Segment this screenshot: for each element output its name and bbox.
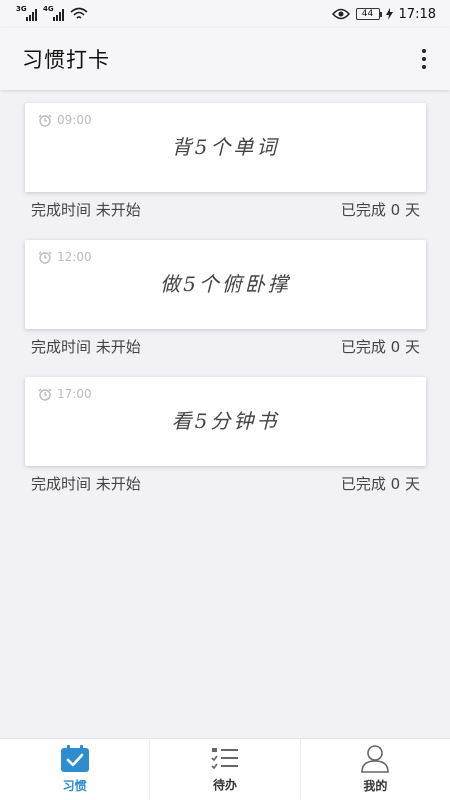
signal-bars-icon bbox=[53, 9, 64, 21]
alarm-clock-icon bbox=[38, 388, 52, 401]
network-label-3g: 3G bbox=[16, 5, 27, 13]
clock: 17:18 bbox=[398, 6, 436, 22]
battery-level: 44 bbox=[361, 9, 374, 19]
habit-list: 09:00 背5个单词 完成时间 未开始 已完成 0 天 12:00 做5个俯卧… bbox=[0, 103, 450, 514]
charging-icon bbox=[385, 8, 393, 20]
habit-item: 17:00 看5分钟书 完成时间 未开始 已完成 0 天 bbox=[25, 377, 426, 514]
network-label-4g: 4G bbox=[43, 5, 54, 13]
tab-profile[interactable]: 我的 bbox=[301, 739, 450, 800]
alarm-clock-icon bbox=[38, 114, 52, 127]
habit-time: 17:00 bbox=[57, 387, 92, 401]
completion-time: 完成时间 未开始 bbox=[31, 338, 141, 356]
habit-title: 背5个单词 bbox=[171, 135, 280, 159]
tab-profile-label: 我的 bbox=[363, 779, 388, 793]
habit-title: 做5个俯卧撑 bbox=[160, 272, 291, 296]
signal-4g: 4G bbox=[43, 5, 64, 21]
habit-reminder: 09:00 bbox=[38, 113, 92, 127]
habit-card[interactable]: 09:00 背5个单词 bbox=[25, 103, 426, 192]
status-bar-left: 3G 4G bbox=[16, 5, 88, 21]
tab-todo[interactable]: 待办 bbox=[150, 739, 301, 800]
habit-meta: 完成时间 未开始 已完成 0 天 bbox=[25, 192, 426, 220]
battery-icon: 44 bbox=[355, 8, 382, 20]
page-title: 习惯打卡 bbox=[22, 48, 110, 72]
habit-card[interactable]: 12:00 做5个俯卧撑 bbox=[25, 240, 426, 329]
calendar-check-icon bbox=[60, 745, 89, 772]
habit-item: 12:00 做5个俯卧撑 完成时间 未开始 已完成 0 天 bbox=[25, 240, 426, 377]
more-options-icon[interactable] bbox=[418, 43, 430, 75]
wifi-icon bbox=[70, 7, 88, 19]
signal-3g: 3G bbox=[16, 5, 37, 21]
completion-time: 完成时间 未开始 bbox=[31, 201, 141, 219]
bottom-nav: 习惯 待办 我的 bbox=[0, 738, 450, 800]
habit-item: 09:00 背5个单词 完成时间 未开始 已完成 0 天 bbox=[25, 103, 426, 240]
eye-icon bbox=[331, 8, 350, 20]
habit-meta: 完成时间 未开始 已完成 0 天 bbox=[25, 329, 426, 357]
habit-title: 看5分钟书 bbox=[171, 409, 280, 433]
completed-days: 已完成 0 天 bbox=[340, 201, 420, 219]
completed-days: 已完成 0 天 bbox=[340, 338, 420, 356]
completion-time: 完成时间 未开始 bbox=[31, 475, 141, 493]
tab-todo-label: 待办 bbox=[212, 778, 237, 792]
habit-meta: 完成时间 未开始 已完成 0 天 bbox=[25, 466, 426, 494]
alarm-clock-icon bbox=[38, 251, 52, 264]
app-bar: 习惯打卡 bbox=[0, 28, 450, 90]
tab-habits-label: 习惯 bbox=[62, 779, 87, 793]
habit-time: 12:00 bbox=[57, 250, 92, 264]
habit-reminder: 12:00 bbox=[38, 250, 92, 264]
status-bar-right: 44 17:18 bbox=[331, 6, 436, 22]
completed-days: 已完成 0 天 bbox=[340, 475, 420, 493]
checklist-icon bbox=[211, 748, 238, 770]
status-bar: 3G 4G 44 17:18 bbox=[0, 0, 450, 28]
habit-time: 09:00 bbox=[57, 113, 92, 127]
habit-reminder: 17:00 bbox=[38, 387, 92, 401]
tab-habits[interactable]: 习惯 bbox=[0, 739, 151, 800]
habit-card[interactable]: 17:00 看5分钟书 bbox=[25, 377, 426, 466]
person-icon bbox=[361, 745, 390, 773]
signal-bars-icon bbox=[26, 9, 37, 21]
